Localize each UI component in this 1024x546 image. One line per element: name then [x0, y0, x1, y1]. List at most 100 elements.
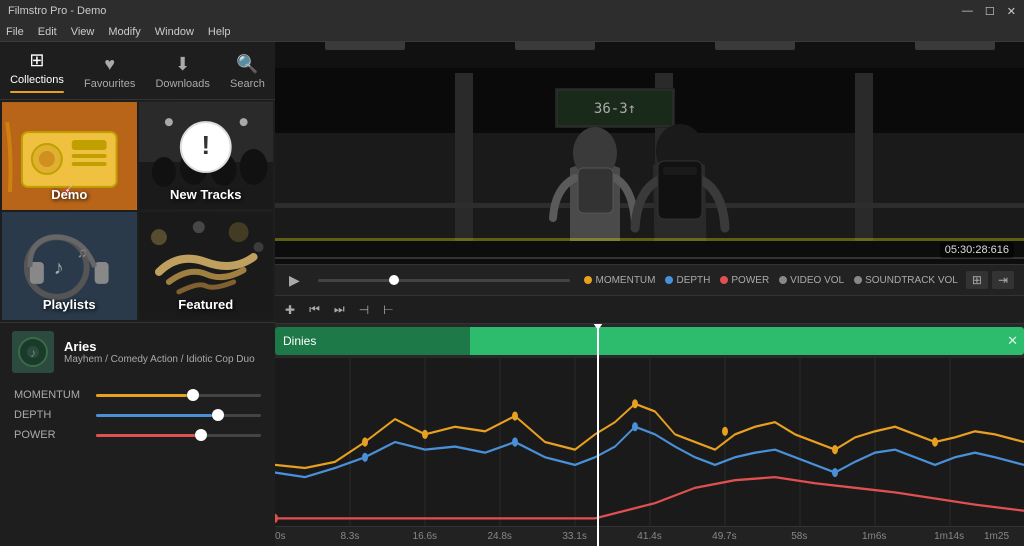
time-58: 58s	[791, 531, 807, 542]
playlists-label: Playlists	[43, 297, 96, 312]
playhead-dot[interactable]	[389, 275, 399, 285]
depth-dot	[665, 276, 673, 284]
grid-item-demo[interactable]: 🎸 Demo	[2, 102, 137, 210]
timeline-area: Dinies ✕	[275, 324, 1024, 546]
soundtrack-vol-dot	[854, 276, 862, 284]
depth-thumb[interactable]	[212, 409, 224, 421]
track-segment-label: Dinies	[283, 334, 316, 348]
video-scene: 36-3↑	[275, 42, 1024, 264]
video-vol-dot	[779, 276, 787, 284]
next-marker-button[interactable]: ⏭	[334, 302, 345, 317]
legend-video-vol: VIDEO VOL	[779, 275, 844, 286]
sidebar: ⊞ Collections ♥ Favourites ⬇ Downloads 🔍…	[0, 42, 275, 546]
maximize-button[interactable]: ☐	[985, 5, 995, 18]
legend-video-vol-label: VIDEO VOL	[790, 275, 844, 286]
tab-collections-label: Collections	[10, 74, 64, 86]
time-8: 8.3s	[340, 531, 359, 542]
momentum-fill	[96, 394, 187, 397]
menu-view[interactable]: View	[71, 26, 95, 38]
search-icon: 🔍	[236, 54, 258, 75]
collections-icon: ⊞	[29, 50, 44, 71]
legend-power: POWER	[720, 275, 769, 286]
legend-depth-label: DEPTH	[676, 275, 710, 286]
track-segment-right: ✕	[470, 327, 1024, 355]
track-meta: Mayhem / Comedy Action / Idiotic Cop Duo	[64, 354, 255, 365]
collections-grid: 🎸 Demo	[0, 100, 275, 322]
menu-modify[interactable]: Modify	[108, 26, 140, 38]
svg-text:♫: ♫	[77, 244, 87, 260]
tab-downloads[interactable]: ⬇ Downloads	[147, 52, 217, 92]
prev-marker-button[interactable]: ⏮	[309, 302, 320, 317]
power-dot	[720, 276, 728, 284]
momentum-label: MOMENTUM	[14, 389, 86, 401]
album-art-image: ♪	[12, 331, 54, 373]
time-1m6: 1m6s	[862, 531, 886, 542]
svg-text:36-3↑: 36-3↑	[594, 101, 636, 117]
time-1m25: 1m25	[984, 531, 1009, 542]
legend-power-label: POWER	[731, 275, 769, 286]
power-label: POWER	[14, 429, 86, 441]
legend-soundtrack-vol: SOUNDTRACK VOL	[854, 275, 958, 286]
momentum-row: MOMENTUM	[14, 389, 261, 401]
downloads-icon: ⬇	[175, 54, 190, 75]
album-art: ♪	[12, 331, 54, 373]
in-point-button[interactable]: ⊣	[359, 303, 369, 317]
timeline-controls: ▶ MOMENTUM DEPTH POWER	[275, 264, 1024, 296]
time-24: 24.8s	[487, 531, 511, 542]
tab-search[interactable]: 🔍 Search	[222, 52, 273, 92]
grid-item-new-tracks[interactable]: ! New Tracks	[139, 102, 274, 210]
minimize-button[interactable]: —	[962, 5, 973, 18]
grid-view-button[interactable]: ⊞	[966, 271, 988, 289]
nav-tabs: ⊞ Collections ♥ Favourites ⬇ Downloads 🔍…	[0, 42, 275, 100]
play-button[interactable]: ▶	[285, 270, 304, 291]
depth-label: DEPTH	[14, 409, 86, 421]
track-lane: Dinies ✕	[275, 324, 1024, 358]
add-marker-button[interactable]: ✚	[285, 303, 295, 317]
power-thumb[interactable]	[195, 429, 207, 441]
track-segment-close[interactable]: ✕	[1007, 333, 1018, 349]
titlebar-controls: — ☐ ✕	[962, 5, 1016, 18]
tab-search-label: Search	[230, 78, 265, 90]
power-row: POWER	[14, 429, 261, 441]
menu-file[interactable]: File	[6, 26, 24, 38]
video-timestamp: 05:30:28:616	[940, 242, 1014, 258]
now-playing: ♪ Aries Mayhem / Comedy Action / Idiotic…	[0, 322, 275, 381]
close-button[interactable]: ✕	[1007, 5, 1016, 18]
menu-window[interactable]: Window	[155, 26, 194, 38]
time-41: 41.4s	[637, 531, 661, 542]
legend-depth: DEPTH	[665, 275, 710, 286]
svg-text:♪: ♪	[30, 346, 36, 360]
graph-svg	[275, 358, 1024, 526]
titlebar-title: Filmstro Pro - Demo	[8, 5, 106, 17]
out-point-button[interactable]: ⊢	[383, 303, 393, 317]
time-16: 16.6s	[413, 531, 437, 542]
menu-edit[interactable]: Edit	[38, 26, 57, 38]
grid-item-featured[interactable]: Featured	[139, 212, 274, 320]
time-1m14: 1m14s	[934, 531, 964, 542]
tab-favourites[interactable]: ♥ Favourites	[76, 52, 143, 92]
graph-area	[275, 358, 1024, 526]
time-0: 0s	[275, 531, 286, 542]
playhead-triangle	[593, 324, 603, 330]
menu-help[interactable]: Help	[208, 26, 231, 38]
favourites-icon: ♥	[104, 54, 115, 75]
legend-momentum: MOMENTUM	[584, 275, 655, 286]
depth-row: DEPTH	[14, 409, 261, 421]
momentum-thumb[interactable]	[187, 389, 199, 401]
tab-collections[interactable]: ⊞ Collections	[2, 48, 72, 95]
legend-momentum-label: MOMENTUM	[595, 275, 655, 286]
depth-track[interactable]	[96, 414, 261, 417]
playhead-marker	[597, 324, 599, 546]
tab-favourites-label: Favourites	[84, 78, 135, 90]
expand-button[interactable]: ⇥	[992, 271, 1014, 289]
track-info: Aries Mayhem / Comedy Action / Idiotic C…	[64, 339, 255, 365]
video-frame: 36-3↑	[275, 42, 1024, 264]
menubar: File Edit View Modify Window Help	[0, 22, 1024, 42]
grid-item-playlists[interactable]: ♪ ♫ Playlists	[2, 212, 137, 320]
right-content: 36-3↑	[275, 42, 1024, 546]
momentum-dot	[584, 276, 592, 284]
momentum-track[interactable]	[96, 394, 261, 397]
power-track[interactable]	[96, 434, 261, 437]
legend: MOMENTUM DEPTH POWER VIDEO VOL SOUNDTRAC…	[584, 275, 957, 286]
playhead-line[interactable]	[318, 279, 571, 282]
